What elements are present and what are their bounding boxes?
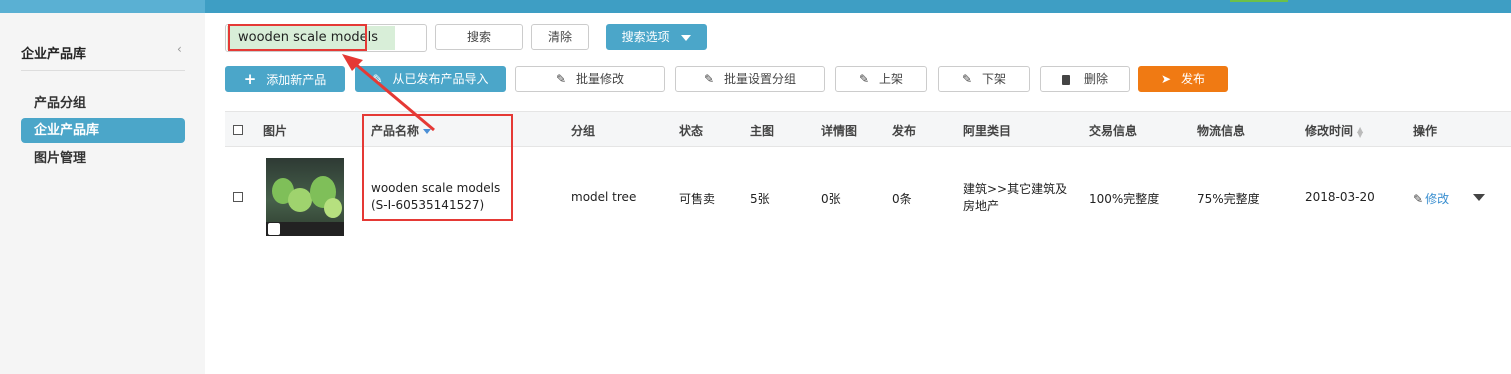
annotation-arrow (342, 54, 435, 132)
